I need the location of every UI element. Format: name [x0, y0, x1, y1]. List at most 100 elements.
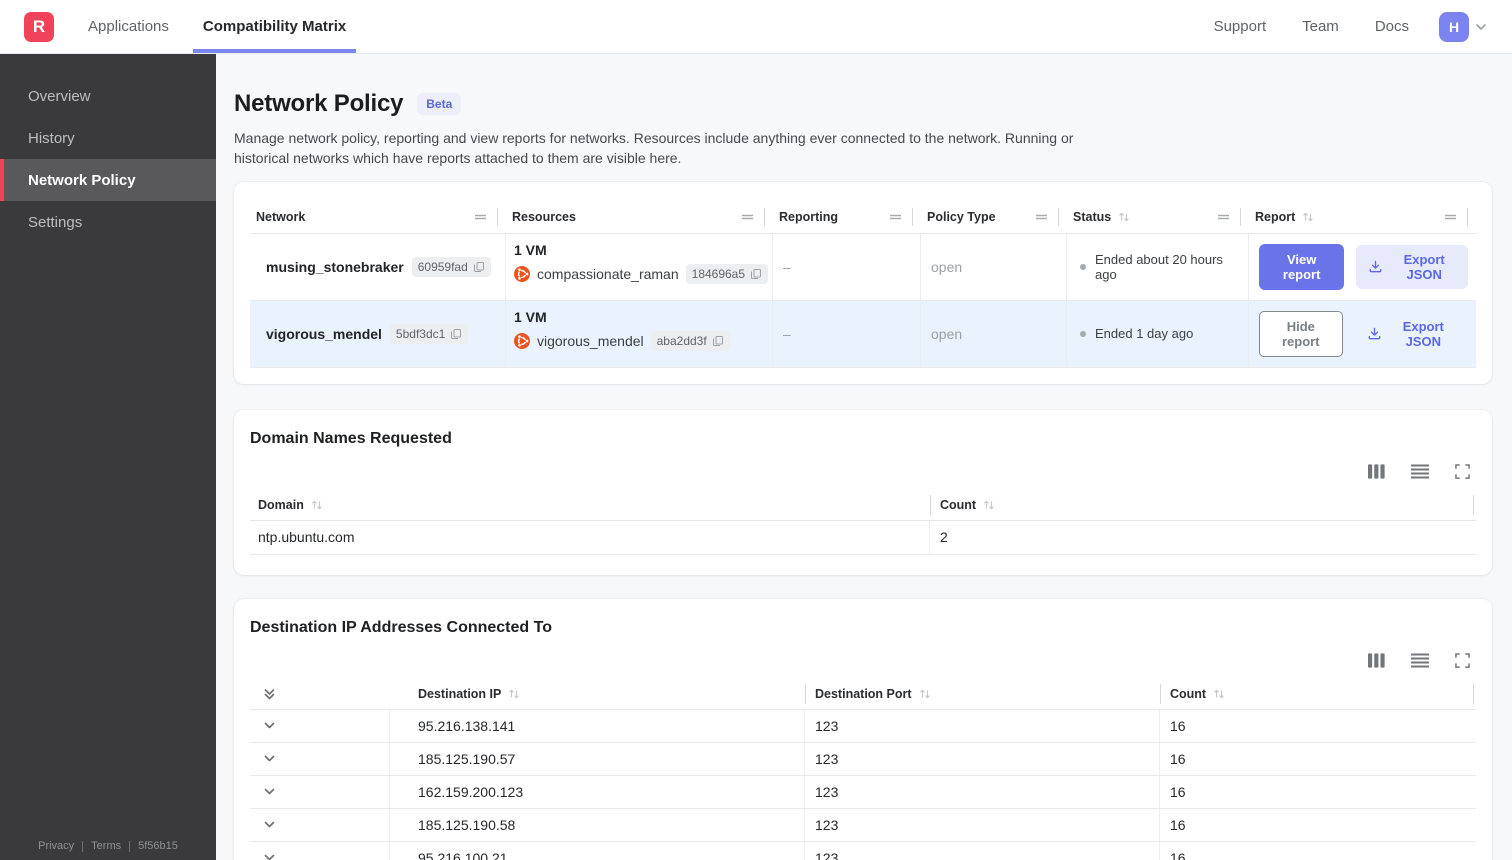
expand-row-cell[interactable] — [250, 808, 390, 841]
hide-report-button[interactable]: Hide report — [1259, 310, 1343, 357]
sort-icon[interactable] — [1302, 211, 1314, 223]
tab-compatibility-matrix[interactable]: Compatibility Matrix — [193, 0, 356, 53]
export-json-button[interactable]: Export JSON — [1356, 244, 1468, 289]
privacy-link[interactable]: Privacy — [38, 840, 74, 852]
double-chevron-down-icon[interactable] — [263, 687, 276, 701]
fullscreen-icon[interactable] — [1455, 463, 1470, 479]
column-resize-handle-icon[interactable] — [741, 213, 754, 221]
copy-icon[interactable] — [450, 328, 462, 340]
export-json-label: Export JSON — [1402, 318, 1444, 349]
network-cell: musing_stonebraker 60959fad — [250, 233, 506, 300]
copy-icon[interactable] — [473, 261, 485, 273]
column-label: Policy Type — [927, 210, 996, 225]
column-divider — [497, 208, 498, 227]
navbar-right: Support Team Docs H — [1178, 0, 1488, 53]
sidebar-item-overview[interactable]: Overview — [0, 75, 216, 117]
terms-link[interactable]: Terms — [91, 840, 121, 852]
count-cell: 16 — [1170, 750, 1186, 767]
expand-row-cell[interactable] — [250, 742, 390, 775]
columns-icon[interactable] — [1368, 464, 1385, 479]
column-label: Network — [256, 210, 306, 225]
chevron-down-icon[interactable] — [263, 818, 276, 831]
column-resize-handle-icon[interactable] — [474, 213, 487, 221]
build-version: 5f56b15 — [138, 840, 178, 852]
reporting-cell: – — [773, 300, 921, 367]
status-cell: Ended 1 day ago — [1067, 300, 1249, 367]
download-icon — [1368, 259, 1383, 274]
chevron-down-icon[interactable] — [263, 785, 276, 798]
ubuntu-icon — [514, 332, 530, 349]
destinations-table-row[interactable]: 185.125.190.57 123 16 — [250, 742, 1476, 776]
chevron-down-icon[interactable] — [263, 851, 276, 860]
column-header-policy-type: Policy Type — [921, 208, 1067, 227]
view-report-button[interactable]: View report — [1259, 243, 1345, 290]
sort-icon[interactable] — [919, 688, 931, 700]
column-divider — [1467, 208, 1468, 227]
column-header-resources: Resources — [506, 208, 773, 227]
status-dot — [1080, 330, 1086, 337]
column-resize-handle-icon[interactable] — [889, 213, 902, 221]
columns-icon[interactable] — [1368, 653, 1385, 668]
sort-icon[interactable] — [311, 499, 323, 511]
column-label: Report — [1255, 210, 1296, 225]
tab-applications[interactable]: Applications — [78, 0, 179, 53]
destinations-table-header: Destination IP Destination Port Count — [250, 680, 1476, 710]
nav-link-support[interactable]: Support — [1214, 18, 1267, 35]
sidebar-footer: Privacy Terms 5f56b15 — [0, 840, 216, 852]
vm-count: 1 VM — [514, 308, 547, 325]
rows-icon[interactable] — [1411, 464, 1429, 479]
nav-link-docs[interactable]: Docs — [1375, 18, 1409, 35]
user-menu[interactable]: H — [1439, 11, 1488, 42]
primary-tabs: Applications Compatibility Matrix — [78, 0, 370, 53]
sidebar-item-history[interactable]: History — [0, 117, 216, 159]
expand-row-cell[interactable] — [250, 709, 390, 742]
destinations-table-row[interactable]: 185.125.190.58 123 16 — [250, 808, 1476, 842]
status-text: Ended 1 day ago — [1095, 326, 1194, 342]
column-header-network: Network — [250, 208, 506, 227]
column-resize-handle-icon[interactable] — [1035, 213, 1048, 221]
sidebar-item-network-policy[interactable]: Network Policy — [0, 159, 216, 201]
network-id-badge: 5bdf3dc1 — [389, 323, 469, 344]
column-resize-handle-icon[interactable] — [1444, 213, 1457, 221]
sort-icon[interactable] — [1213, 688, 1225, 700]
sort-icon[interactable] — [1118, 211, 1130, 223]
copy-icon[interactable] — [712, 335, 724, 347]
sort-icon[interactable] — [508, 688, 520, 700]
download-icon — [1367, 326, 1382, 341]
resources-cell: 1 VM vigorous_mendel aba2dd3f — [506, 300, 773, 367]
top-navbar: R Applications Compatibility Matrix Supp… — [0, 0, 1512, 54]
rows-icon[interactable] — [1411, 653, 1429, 668]
column-label: Destination Port — [815, 687, 912, 702]
domains-table-row[interactable]: ntp.ubuntu.com 2 — [250, 520, 1476, 555]
network-name: vigorous_mendel — [266, 325, 382, 342]
destination-port-cell: 123 — [805, 808, 1160, 841]
expand-row-cell[interactable] — [250, 775, 390, 808]
column-resize-handle-icon[interactable] — [1217, 213, 1230, 221]
destination-ip-cell: 95.216.138.141 — [390, 709, 805, 742]
chevron-down-icon[interactable] — [263, 719, 276, 732]
destinations-table-row[interactable]: 95.216.100.21 123 16 — [250, 841, 1476, 860]
copy-icon[interactable] — [750, 268, 762, 280]
destination-ip-cell: 185.125.190.58 — [390, 808, 805, 841]
vm-name: vigorous_mendel — [537, 332, 644, 349]
network-table-row[interactable]: musing_stonebraker 60959fad 1 VM compass… — [250, 233, 1476, 301]
count-cell: 16 — [1170, 783, 1186, 800]
sidebar-item-settings[interactable]: Settings — [0, 201, 216, 243]
sort-icon[interactable] — [983, 499, 995, 511]
destination-ip-cell: 95.216.100.21 — [390, 841, 805, 860]
expand-row-cell[interactable] — [250, 841, 390, 860]
chevron-down-icon[interactable] — [263, 752, 276, 765]
export-json-button[interactable]: Export JSON — [1355, 312, 1468, 356]
destinations-table-row[interactable]: 162.159.200.123 123 16 — [250, 775, 1476, 809]
column-header-report: Report — [1249, 208, 1476, 227]
nav-link-team[interactable]: Team — [1302, 18, 1339, 35]
fullscreen-icon[interactable] — [1455, 652, 1470, 668]
network-table-row[interactable]: vigorous_mendel 5bdf3dc1 1 VM vigorous_m… — [250, 300, 1476, 368]
destinations-table-row[interactable]: 95.216.138.141 123 16 — [250, 709, 1476, 743]
column-label: Destination IP — [418, 687, 502, 702]
user-avatar[interactable]: H — [1439, 11, 1469, 42]
column-divider — [912, 208, 913, 227]
app-logo[interactable]: R — [24, 11, 54, 42]
column-header-domain: Domain — [250, 498, 930, 512]
chevron-down-icon[interactable] — [1474, 20, 1488, 34]
